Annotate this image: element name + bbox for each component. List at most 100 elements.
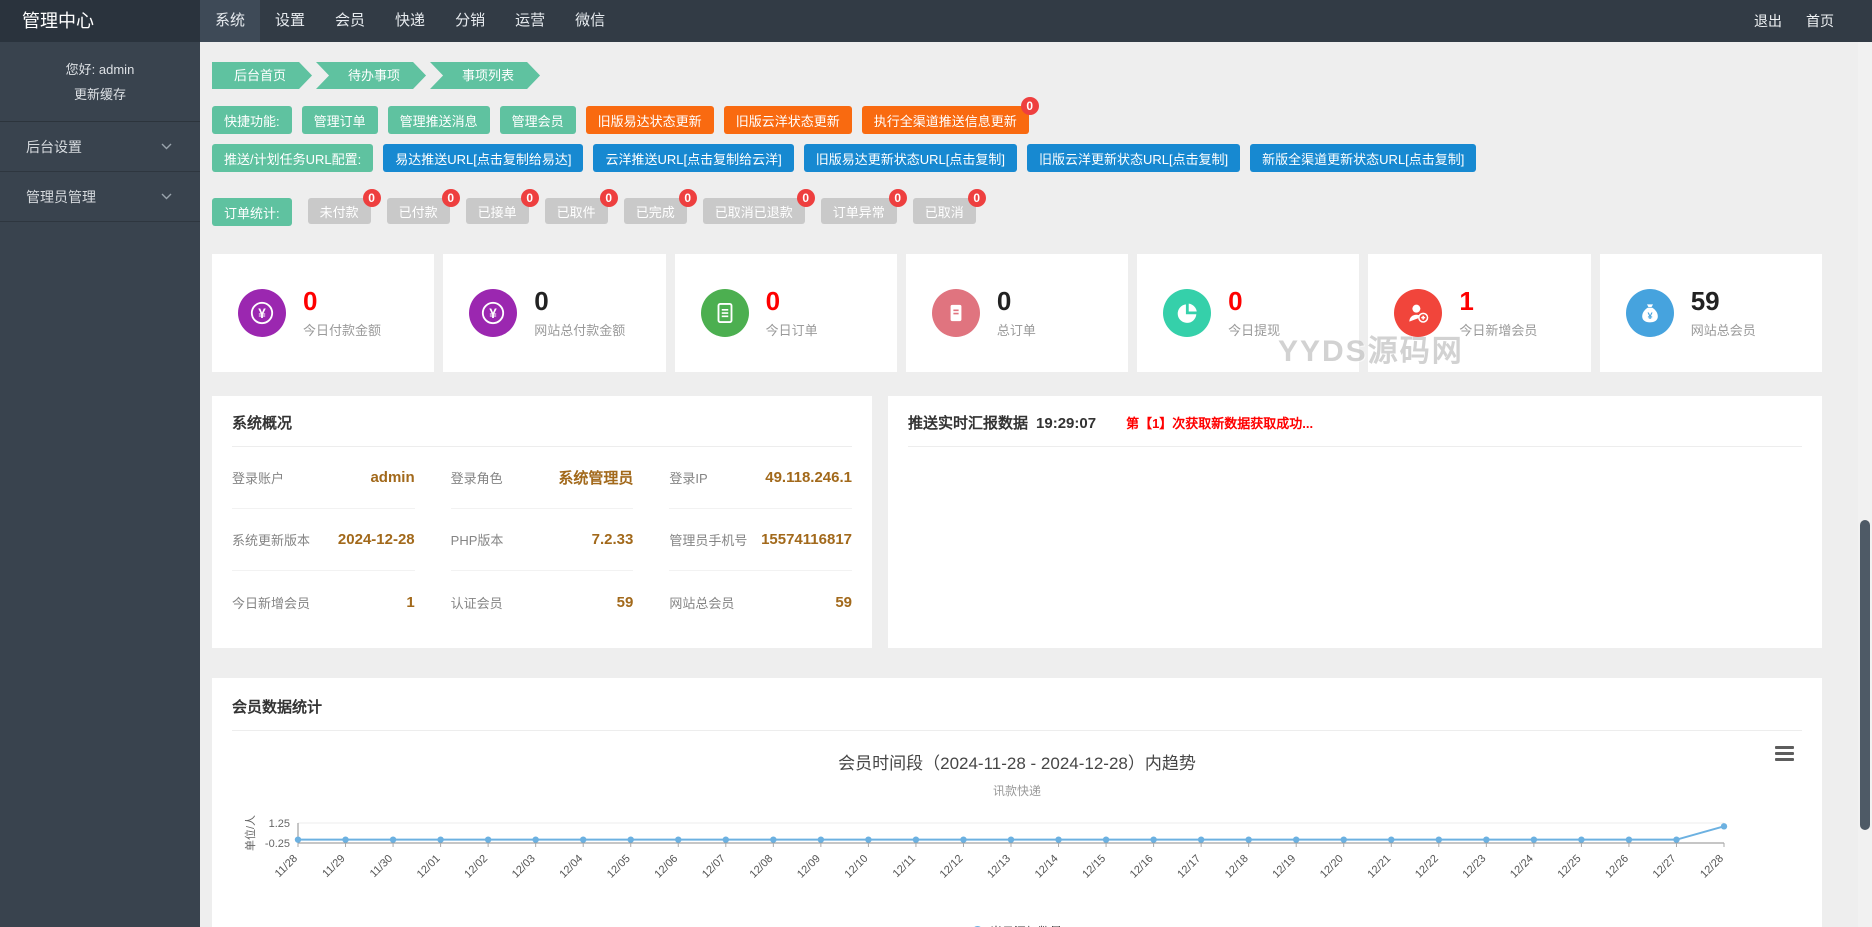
card-value: 1 — [1459, 287, 1537, 317]
breadcrumb: 后台首页 待办事项 事项列表 — [212, 62, 1822, 89]
count-badge: 0 — [889, 189, 907, 207]
sidebar-item-backend-settings[interactable]: 后台设置 — [0, 122, 200, 172]
breadcrumb-todo[interactable]: 待办事项 — [316, 62, 426, 89]
nav-item-settings[interactable]: 设置 — [260, 0, 320, 42]
system-info-grid: 登录账户 admin 登录角色 系统管理员 登录IP 49.118.246.1 … — [232, 447, 852, 633]
old-yunyang-status-url-button[interactable]: 旧版云洋更新状态URL[点击复制] — [1027, 144, 1240, 172]
info-value: 1 — [406, 594, 414, 611]
count-badge: 0 — [679, 189, 697, 207]
vertical-scrollbar[interactable] — [1858, 42, 1872, 927]
nav-item-members[interactable]: 会员 — [320, 0, 380, 42]
nav-right: 退出 首页 — [1742, 0, 1872, 42]
info-label: 认证会员 — [451, 593, 503, 612]
card-label: 网站总会员 — [1691, 320, 1756, 339]
push-report-header: 推送实时汇报数据 19:29:07 第【1】次获取新数据获取成功... — [908, 412, 1802, 433]
svg-text:12/04: 12/04 — [557, 853, 585, 881]
info-label: 今日新增会员 — [232, 593, 310, 612]
user-plus-icon — [1394, 289, 1442, 337]
card-value: 0 — [303, 287, 381, 317]
count-badge: 0 — [363, 189, 381, 207]
svg-text:12/13: 12/13 — [985, 853, 1013, 881]
count-badge: 0 — [1021, 97, 1039, 115]
card-today-withdrawal: 0 今日提现 — [1137, 254, 1359, 372]
nav-item-operation[interactable]: 运营 — [500, 0, 560, 42]
order-stats-row: 订单统计: 未付款 0 已付款 0 已接单 0 已取件 0 已完成 0 — [212, 198, 1822, 226]
svg-text:12/23: 12/23 — [1461, 853, 1489, 881]
info-php-version: PHP版本 7.2.33 — [451, 509, 634, 571]
member-stats-panel: 会员数据统计 会员时间段（2024-11-28 - 2024-12-28）内趋势… — [212, 678, 1822, 927]
stat-cancelled-refunded[interactable]: 已取消已退款 0 — [703, 198, 805, 224]
svg-text:12/07: 12/07 — [700, 853, 728, 881]
nav-item-wechat[interactable]: 微信 — [560, 0, 620, 42]
yunyang-push-url-button[interactable]: 云洋推送URL[点击复制给云洋] — [593, 144, 793, 172]
stat-label: 已取消已退款 — [715, 202, 793, 221]
svg-text:12/24: 12/24 — [1508, 853, 1536, 881]
breadcrumb-items[interactable]: 事项列表 — [430, 62, 540, 89]
old-yida-status-update-button[interactable]: 旧版易达状态更新 — [586, 106, 714, 134]
svg-text:12/14: 12/14 — [1033, 853, 1061, 881]
logout-link[interactable]: 退出 — [1742, 0, 1794, 42]
svg-text:12/08: 12/08 — [748, 853, 776, 881]
manage-orders-button[interactable]: 管理订单 — [302, 106, 378, 134]
svg-text:12/26: 12/26 — [1603, 853, 1631, 881]
chart-title: 会员时间段（2024-11-28 - 2024-12-28）内趋势 — [232, 749, 1802, 774]
svg-text:12/10: 12/10 — [843, 853, 871, 881]
card-today-orders: 0 今日订单 — [675, 254, 897, 372]
money-bag-icon: ¥ — [1626, 289, 1674, 337]
sidebar-item-label: 后台设置 — [26, 137, 82, 157]
old-yunyang-status-update-button[interactable]: 旧版云洋状态更新 — [724, 106, 852, 134]
info-value: 15574116817 — [761, 531, 852, 548]
report-time: 19:29:07 — [1036, 415, 1096, 432]
quick-functions-label: 快捷功能: — [212, 106, 292, 134]
svg-text:-0.25: -0.25 — [265, 838, 290, 850]
svg-text:¥: ¥ — [490, 306, 498, 321]
info-value: 系统管理员 — [558, 467, 633, 488]
panel-title: 推送实时汇报数据 — [908, 412, 1028, 433]
svg-text:11/28: 11/28 — [273, 853, 300, 880]
stat-completed[interactable]: 已完成 0 — [624, 198, 687, 224]
stat-paid[interactable]: 已付款 0 — [387, 198, 450, 224]
card-value: 0 — [997, 287, 1036, 317]
info-label: 登录角色 — [451, 468, 503, 487]
card-label: 今日付款金额 — [303, 320, 381, 339]
sidebar-item-label: 管理员管理 — [26, 187, 96, 207]
chevron-down-icon — [161, 143, 172, 150]
info-admin-phone: 管理员手机号 15574116817 — [669, 509, 852, 571]
stat-cancelled[interactable]: 已取消 0 — [913, 198, 976, 224]
sidebar-user-block: 您好: admin 更新缓存 — [0, 42, 200, 122]
nav-item-express[interactable]: 快递 — [380, 0, 440, 42]
chart-legend-item[interactable]: 当日添加数量 — [232, 923, 1802, 927]
chart-subtitle: 讯款快递 — [232, 782, 1802, 799]
old-yida-status-url-button[interactable]: 旧版易达更新状态URL[点击复制] — [804, 144, 1017, 172]
new-allchannel-status-url-button[interactable]: 新版全渠道更新状态URL[点击复制] — [1250, 144, 1476, 172]
stat-picked-up[interactable]: 已取件 0 — [545, 198, 608, 224]
svg-text:11/29: 11/29 — [320, 853, 347, 880]
svg-text:¥: ¥ — [258, 306, 266, 321]
breadcrumb-home[interactable]: 后台首页 — [212, 62, 312, 89]
legend-label: 当日添加数量 — [990, 923, 1062, 927]
chart-area: -0.251.25单位/人11/2811/2911/3012/0112/0212… — [232, 809, 1802, 893]
yida-push-url-button[interactable]: 易达推送URL[点击复制给易达] — [383, 144, 583, 172]
card-new-members-today: 1 今日新增会员 — [1368, 254, 1590, 372]
manage-push-messages-button[interactable]: 管理推送消息 — [388, 106, 490, 134]
svg-text:12/02: 12/02 — [462, 853, 490, 881]
chart-toolbox-menu-icon[interactable] — [1775, 746, 1794, 764]
card-total-orders: 0 总订单 — [906, 254, 1128, 372]
nav-item-distribution[interactable]: 分销 — [440, 0, 500, 42]
refresh-cache-link[interactable]: 更新缓存 — [0, 83, 200, 108]
manage-members-button[interactable]: 管理会员 — [500, 106, 576, 134]
run-allchannel-push-update-button[interactable]: 执行全渠道推送信息更新 0 — [862, 106, 1029, 134]
svg-text:12/20: 12/20 — [1318, 853, 1346, 881]
card-label: 网站总付款金额 — [534, 320, 625, 339]
pie-chart-icon — [1163, 289, 1211, 337]
stat-label: 已取消 — [925, 202, 964, 221]
stat-abnormal[interactable]: 订单异常 0 — [821, 198, 897, 224]
info-value: 7.2.33 — [592, 531, 634, 548]
home-link[interactable]: 首页 — [1794, 0, 1846, 42]
stat-unpaid[interactable]: 未付款 0 — [308, 198, 371, 224]
sidebar-item-admin-management[interactable]: 管理员管理 — [0, 172, 200, 222]
nav-item-system[interactable]: 系统 — [200, 0, 260, 42]
stat-accepted[interactable]: 已接单 0 — [466, 198, 529, 224]
card-today-payment: ¥ 0 今日付款金额 — [212, 254, 434, 372]
scrollbar-thumb[interactable] — [1860, 520, 1870, 830]
